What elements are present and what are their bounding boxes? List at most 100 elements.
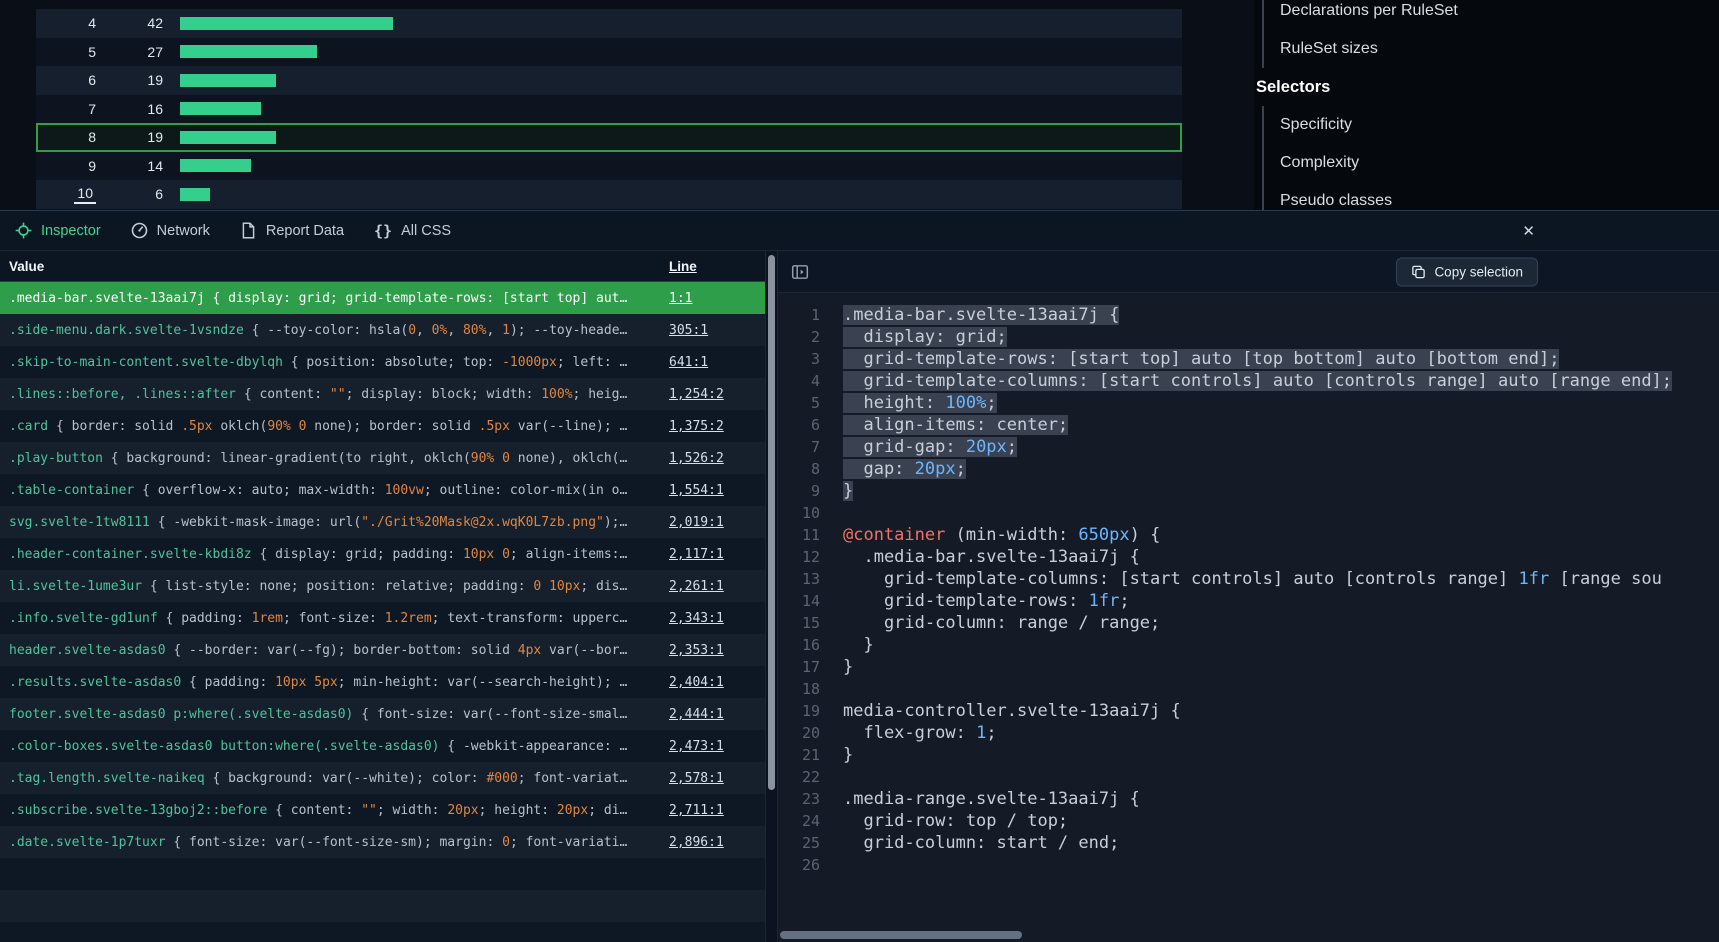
css-rule-row[interactable]: .header-container.svelte-kbdi8z { displa… [0,538,765,570]
code-line: 9} [778,480,1719,502]
rule-line-link[interactable]: 1,526:2 [669,451,724,466]
histogram-row-label: 6 [36,72,96,88]
rule-value: li.svelte-1ume3ur { list-style: none; po… [0,579,660,594]
css-rule-row[interactable]: .media-bar.svelte-13aai7j { display: gri… [0,282,765,314]
code-line-number: 1 [778,304,834,326]
toggle-panel-icon[interactable] [788,260,812,284]
css-rule-row[interactable]: .info.svelte-gd1unf { padding: 1rem; fon… [0,602,765,634]
rule-line-link[interactable]: 2,353:1 [669,643,724,658]
code-line: 10 [778,502,1719,524]
histogram-row-count: 14 [96,158,163,174]
value-table: Value Line .media-bar.svelte-13aai7j { d… [0,251,765,942]
css-rule-row[interactable]: .play-button { background: linear-gradie… [0,442,765,474]
histogram-bar [180,17,393,30]
tab-inspector[interactable]: Inspector [0,211,116,250]
code-line-number: 23 [778,788,834,810]
code-view[interactable]: 1.media-bar.svelte-13aai7j {2 display: g… [778,293,1719,942]
inspector-body: Value Line .media-bar.svelte-13aai7j { d… [0,251,1719,942]
code-line-number: 4 [778,370,834,392]
rule-line-link[interactable]: 2,444:1 [669,707,724,722]
tab-network[interactable]: Network [116,211,225,250]
code-line-number: 7 [778,436,834,458]
rule-line-link[interactable]: 1,375:2 [669,419,724,434]
histogram-bar [180,188,210,201]
tab-all-css[interactable]: {}All CSS [359,211,466,250]
rule-line-link[interactable]: 2,578:1 [669,771,724,786]
rule-line-link[interactable]: 2,117:1 [669,547,724,562]
copy-selection-button[interactable]: Copy selection [1396,257,1538,286]
code-line: 8 gap: 20px; [778,458,1719,480]
rule-line-link[interactable]: 641:1 [669,355,708,370]
css-rule-row[interactable]: .color-boxes.svelte-asdas0 button:where(… [0,730,765,762]
css-rule-row[interactable]: .tag.length.svelte-naikeq { background: … [0,762,765,794]
rule-line-link[interactable]: 1,254:2 [669,387,724,402]
rule-line-link[interactable]: 2,019:1 [669,515,724,530]
code-line: 5 height: 100%; [778,392,1719,414]
css-rule-row[interactable]: .results.svelte-asdas0 { padding: 10px 5… [0,666,765,698]
nav-item-complexity[interactable]: Complexity [1280,144,1719,182]
css-rule-row[interactable]: .date.svelte-1p7tuxr { font-size: var(--… [0,826,765,858]
rule-line-link[interactable]: 2,261:1 [669,579,724,594]
histogram-row[interactable]: 527 [36,38,1182,67]
css-rule-row[interactable]: .side-menu.dark.svelte-1vsndze { --toy-c… [0,314,765,346]
code-line-number: 21 [778,744,834,766]
rule-line-link[interactable]: 2,711:1 [669,803,724,818]
css-rule-row[interactable]: .card { border: solid .5px oklch(90% 0 n… [0,410,765,442]
column-header-line[interactable]: Line [660,259,765,274]
code-line: 3 grid-template-rows: [start top] auto [… [778,348,1719,370]
histogram-row-label: 7 [36,101,96,117]
rule-value: svg.svelte-1tw8111 { -webkit-mask-image:… [0,515,660,530]
css-rule-row[interactable]: footer.svelte-asdas0 p:where(.svelte-asd… [0,698,765,730]
css-rule-row[interactable]: .skip-to-main-content.svelte-dbylqh { po… [0,346,765,378]
nav-item-declarations-per-ruleset[interactable]: Declarations per RuleSet [1280,0,1719,30]
rule-line-link[interactable]: 305:1 [669,323,708,338]
code-line: 18 [778,678,1719,700]
css-rule-row [0,890,765,922]
selection-highlight: grid-gap: 20px; [843,437,1017,457]
selection-highlight: gap: 20px; [843,459,966,479]
histogram-row[interactable]: 442 [36,9,1182,38]
rule-line-link[interactable]: 2,404:1 [669,675,724,690]
rule-line-link[interactable]: 2,343:1 [669,611,724,626]
nav-item-specificity[interactable]: Specificity [1280,106,1719,144]
css-rule-row[interactable]: .lines::before, .lines::after { content:… [0,378,765,410]
css-rule-row[interactable]: svg.svelte-1tw8111 { -webkit-mask-image:… [0,506,765,538]
code-line-number: 5 [778,392,834,414]
code-line-text: .media-range.svelte-13aai7j { [834,788,1140,810]
vertical-scrollbar[interactable] [765,251,778,942]
histogram-row[interactable]: 819 [36,123,1182,152]
histogram-row[interactable]: 716 [36,95,1182,124]
code-line-text: grid-template-rows: 1fr; [834,590,1130,612]
css-rule-row[interactable]: header.svelte-asdas0 { --border: var(--f… [0,634,765,666]
nav-item-pseudo-classes[interactable]: Pseudo classes [1280,182,1719,210]
rule-line-link[interactable]: 1:1 [669,291,692,306]
inspector-tabbar: InspectorNetworkReport Data{}All CSS ✕ [0,211,1719,251]
rule-value: .color-boxes.svelte-asdas0 button:where(… [0,739,660,754]
css-rule-row[interactable]: li.svelte-1ume3ur { list-style: none; po… [0,570,765,602]
rule-line-link[interactable]: 2,473:1 [669,739,724,754]
horizontal-scrollbar[interactable] [780,931,1022,939]
rule-value: .lines::before, .lines::after { content:… [0,387,660,402]
histogram-row[interactable]: 914 [36,152,1182,181]
css-rule-row[interactable]: .table-container { overflow-x: auto; max… [0,474,765,506]
code-line-text: height: 100%; [834,392,997,414]
rule-line: 1,526:2 [660,451,765,466]
tab-report-data[interactable]: Report Data [225,211,359,250]
scrollbar-thumb[interactable] [768,255,775,790]
histogram-row-label: 5 [36,44,96,60]
css-rule-row[interactable]: .subscribe.svelte-13gboj2::before { cont… [0,794,765,826]
code-line: 12 .media-bar.svelte-13aai7j { [778,546,1719,568]
code-line-text: } [834,634,874,656]
nav-section-header[interactable]: Selectors [1254,68,1719,106]
rule-line-link[interactable]: 2,896:1 [669,835,724,850]
nav-item-ruleset-sizes[interactable]: RuleSet sizes [1280,30,1719,68]
code-line: 23.media-range.svelte-13aai7j { [778,788,1719,810]
histogram-row[interactable]: 619 [36,66,1182,95]
close-icon[interactable]: ✕ [1516,221,1541,241]
rule-value: .results.svelte-asdas0 { padding: 10px 5… [0,675,660,690]
code-line-text: } [834,744,853,766]
code-line-text: flex-grow: 1; [834,722,997,744]
rule-line-link[interactable]: 1,554:1 [669,483,724,498]
histogram-row[interactable]: 106 [36,180,1182,209]
rule-value: .date.svelte-1p7tuxr { font-size: var(--… [0,835,660,850]
